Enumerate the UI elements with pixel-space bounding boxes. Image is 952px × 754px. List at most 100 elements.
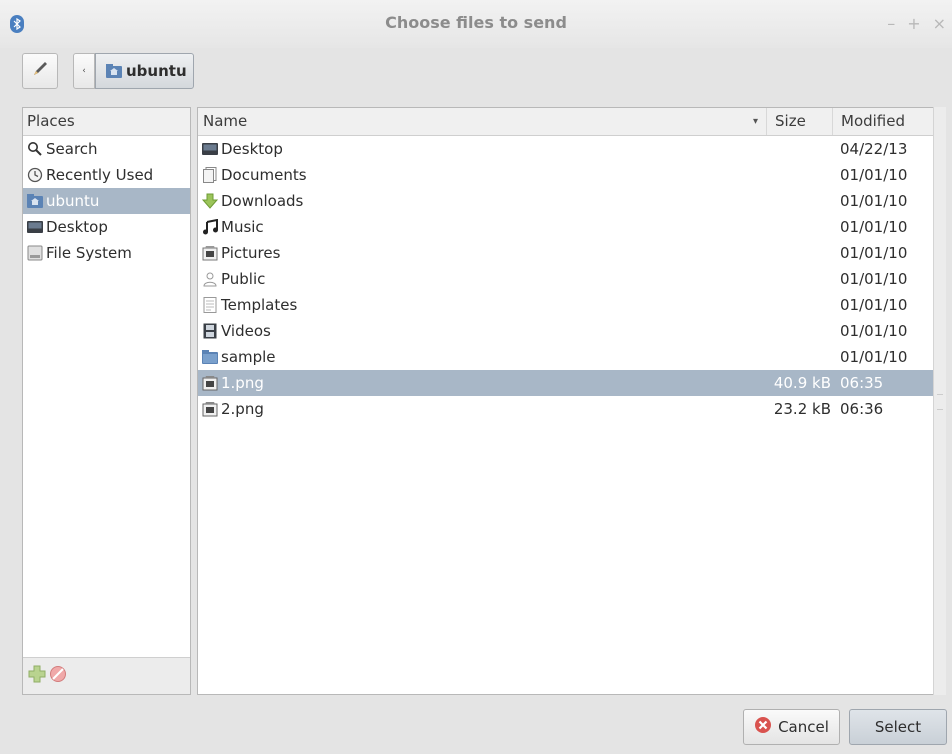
file-row-videos[interactable]: Videos 01/01/10	[198, 318, 934, 344]
breadcrumb-label: ubuntu	[126, 62, 187, 80]
file-modified: 01/01/10	[840, 218, 908, 236]
places-footer	[23, 657, 190, 694]
file-row-desktop[interactable]: Desktop 04/22/13	[198, 136, 934, 162]
file-name: 1.png	[221, 374, 264, 392]
place-label: Desktop	[46, 218, 108, 236]
drive-icon	[27, 245, 43, 261]
file-row-pictures[interactable]: Pictures 01/01/10	[198, 240, 934, 266]
window-title: Choose files to send	[385, 13, 567, 32]
file-name-cell: sample	[202, 344, 276, 370]
path-back-button[interactable]: ‹	[73, 53, 95, 89]
pictures-icon	[202, 245, 218, 261]
file-name-cell: Templates	[202, 292, 297, 318]
file-name-cell: 1.png	[202, 370, 264, 396]
documents-icon	[202, 167, 218, 183]
desktop-icon	[202, 141, 218, 157]
file-name-cell: Documents	[202, 162, 307, 188]
home-folder-icon	[106, 63, 122, 79]
file-modified: 01/01/10	[840, 348, 908, 366]
image-file-icon	[202, 375, 218, 391]
maximize-button[interactable]: +	[907, 14, 920, 33]
cancel-icon	[754, 716, 772, 738]
file-name: 2.png	[221, 400, 264, 418]
remove-icon	[50, 666, 66, 682]
downloads-icon	[202, 193, 218, 209]
place-label: Search	[46, 140, 98, 158]
clock-icon	[27, 167, 43, 183]
place-item-search[interactable]: Search	[23, 136, 190, 162]
breadcrumb-ubuntu[interactable]: ubuntu	[95, 53, 194, 89]
file-size: 40.9 kB	[773, 374, 831, 392]
places-panel: Places Search Recently Used ubuntu Deskt…	[22, 107, 191, 695]
place-item-file-system[interactable]: File System	[23, 240, 190, 266]
file-name-cell: Videos	[202, 318, 271, 344]
file-row-2-png[interactable]: 2.png 23.2 kB 06:36	[198, 396, 934, 422]
close-button[interactable]: ×	[933, 14, 946, 33]
file-name: Public	[221, 270, 266, 288]
select-button[interactable]: Select	[849, 709, 947, 745]
file-name: Music	[221, 218, 264, 236]
places-header[interactable]: Places	[23, 108, 190, 136]
place-label: ubuntu	[46, 192, 100, 210]
file-modified: 06:35	[840, 374, 884, 392]
desktop-icon	[27, 219, 43, 235]
public-icon	[202, 271, 218, 287]
column-header-modified[interactable]: Modified	[832, 108, 931, 135]
file-list: Name ▾ Size Modified Desktop 04/22/13 Do…	[197, 107, 935, 695]
file-size: 23.2 kB	[773, 400, 831, 418]
select-label: Select	[874, 718, 922, 736]
minimize-button[interactable]: –	[887, 14, 895, 33]
search-icon	[27, 141, 43, 157]
file-modified: 01/01/10	[840, 244, 908, 262]
sort-arrow-icon: ▾	[753, 116, 759, 127]
file-modified: 01/01/10	[840, 270, 908, 288]
file-name: sample	[221, 348, 276, 366]
scrollbar-grip[interactable]	[937, 394, 943, 410]
type-location-button[interactable]	[22, 53, 58, 89]
place-item-desktop[interactable]: Desktop	[23, 214, 190, 240]
place-label: Recently Used	[46, 166, 154, 184]
place-item-recently-used[interactable]: Recently Used	[23, 162, 190, 188]
file-name-cell: Music	[202, 214, 264, 240]
file-name: Downloads	[221, 192, 304, 210]
file-name: Documents	[221, 166, 307, 184]
file-list-header: Name ▾ Size Modified	[198, 108, 934, 136]
image-file-icon	[202, 401, 218, 417]
file-modified: 01/01/10	[840, 166, 908, 184]
file-row-templates[interactable]: Templates 01/01/10	[198, 292, 934, 318]
pencil-icon	[30, 59, 50, 83]
file-row-downloads[interactable]: Downloads 01/01/10	[198, 188, 934, 214]
file-name: Videos	[221, 322, 271, 340]
file-name-cell: Pictures	[202, 240, 280, 266]
window-controls: – + ×	[887, 14, 946, 33]
remove-bookmark-button[interactable]	[49, 665, 67, 687]
add-bookmark-button[interactable]	[28, 665, 46, 687]
file-modified: 01/01/10	[840, 296, 908, 314]
file-name-cell: Desktop	[202, 136, 283, 162]
title-bar: Choose files to send – + ×	[0, 0, 952, 48]
videos-icon	[202, 323, 218, 339]
file-row-sample[interactable]: sample 01/01/10	[198, 344, 934, 370]
file-name-cell: Public	[202, 266, 265, 292]
file-modified: 01/01/10	[840, 322, 908, 340]
cancel-label: Cancel	[778, 718, 829, 736]
column-header-name[interactable]: Name	[203, 108, 247, 135]
file-name-cell: 2.png	[202, 396, 264, 422]
file-name: Templates	[221, 296, 298, 314]
place-item-ubuntu[interactable]: ubuntu	[23, 188, 190, 214]
file-modified: 06:36	[840, 400, 884, 418]
home-folder-icon	[27, 193, 43, 209]
file-row-documents[interactable]: Documents 01/01/10	[198, 162, 934, 188]
folder-icon	[202, 349, 218, 365]
file-list-scrollbar[interactable]	[933, 107, 946, 695]
cancel-button[interactable]: Cancel	[743, 709, 840, 745]
file-row-music[interactable]: Music 01/01/10	[198, 214, 934, 240]
place-label: File System	[46, 244, 132, 262]
file-row-public[interactable]: Public 01/01/10	[198, 266, 934, 292]
file-modified: 04/22/13	[840, 140, 908, 158]
plus-icon	[28, 665, 46, 683]
column-header-size[interactable]: Size	[766, 108, 833, 135]
file-row-1-png[interactable]: 1.png 40.9 kB 06:35	[198, 370, 934, 396]
file-name: Desktop	[221, 140, 283, 158]
music-icon	[202, 219, 218, 235]
